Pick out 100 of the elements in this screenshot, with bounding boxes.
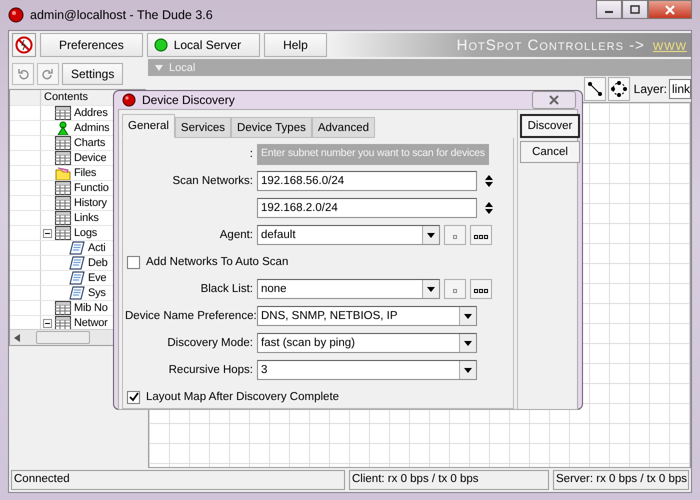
square-icon bbox=[453, 235, 457, 239]
check-icon bbox=[128, 392, 138, 402]
collapse-icon[interactable] bbox=[43, 228, 52, 238]
square-icon bbox=[453, 289, 457, 293]
banner-text: HotSpot Controllers -> bbox=[456, 36, 645, 54]
toolbar-button[interactable]: Preferences bbox=[40, 33, 143, 57]
dialog-button[interactable]: Cancel bbox=[520, 141, 580, 163]
tree-item[interactable]: Mib No bbox=[74, 301, 108, 315]
dialog-title: Device Discovery bbox=[142, 93, 235, 107]
dialog-button[interactable]: Discover bbox=[520, 114, 580, 138]
field-label: Agent: bbox=[220, 229, 253, 241]
tab[interactable]: General bbox=[122, 114, 175, 138]
tree-item[interactable]: Networ bbox=[74, 316, 108, 330]
tree-item[interactable]: Files bbox=[74, 166, 96, 180]
input-field[interactable]: 192.168.56.0/24 bbox=[257, 171, 477, 191]
tab[interactable]: Advanced bbox=[312, 117, 376, 138]
app-icon bbox=[8, 7, 24, 23]
maximize-button[interactable] bbox=[622, 0, 648, 19]
toolbar-button[interactable]: Help bbox=[264, 33, 327, 57]
field-label: Recursive Hops: bbox=[168, 364, 253, 376]
table-icon bbox=[55, 226, 71, 240]
tree-item[interactable]: Device bbox=[74, 151, 106, 165]
status-dot-icon bbox=[154, 38, 168, 52]
status-text: Client: rx 0 bps / tx 0 bps bbox=[349, 470, 549, 490]
maximize-icon bbox=[630, 5, 640, 14]
tree-item[interactable]: Acti bbox=[88, 241, 106, 255]
scroll-icon bbox=[69, 271, 85, 285]
dropdown-field[interactable]: fast (scan by ping) bbox=[257, 333, 477, 353]
dropdown-arrow-icon bbox=[427, 286, 435, 292]
server-button[interactable]: Local Server bbox=[146, 33, 260, 57]
field-label: Discovery Mode: bbox=[167, 337, 253, 349]
column-header: Contents bbox=[43, 90, 88, 105]
close-icon bbox=[548, 95, 560, 105]
close-icon bbox=[664, 4, 676, 14]
tree-item[interactable]: Links bbox=[74, 211, 99, 225]
toolbar-button[interactable] bbox=[608, 77, 630, 101]
redo-icon bbox=[42, 68, 54, 80]
dropdown-field[interactable]: none bbox=[257, 279, 440, 299]
scroll-icon bbox=[69, 241, 85, 255]
undo-button[interactable] bbox=[12, 63, 34, 85]
settings-button[interactable]: Settings bbox=[62, 63, 124, 85]
field-label: Scan Networks: bbox=[172, 175, 253, 187]
circle-layout-icon bbox=[610, 81, 627, 97]
layer-label: Layer: bbox=[634, 82, 667, 96]
tab[interactable]: Device Types bbox=[231, 117, 312, 138]
three-squares-icon bbox=[474, 289, 488, 293]
table-icon bbox=[55, 301, 71, 315]
tree-item[interactable]: Functio bbox=[74, 181, 109, 195]
collapse-icon[interactable] bbox=[43, 318, 52, 328]
more-button[interactable] bbox=[470, 279, 492, 299]
dropdown-field[interactable]: 3 bbox=[257, 360, 477, 380]
app-icon bbox=[122, 93, 136, 107]
tree-item[interactable]: Deb bbox=[88, 256, 108, 270]
field-label: Black List: bbox=[200, 283, 253, 295]
connect-nodes-icon bbox=[586, 81, 603, 97]
spin-arrows-icon[interactable] bbox=[484, 201, 494, 215]
scroll-icon bbox=[69, 256, 85, 270]
tree-item[interactable]: Charts bbox=[74, 136, 106, 150]
tree-item[interactable]: Sys bbox=[88, 286, 106, 300]
hint-text: Enter subnet number you want to scan for devices bbox=[257, 144, 489, 164]
more-button[interactable] bbox=[470, 225, 492, 245]
tree-item[interactable]: Addres bbox=[74, 106, 108, 120]
three-squares-icon bbox=[474, 235, 488, 239]
layer-field[interactable]: link bbox=[669, 79, 691, 99]
table-icon bbox=[55, 181, 71, 195]
minimize-button[interactable] bbox=[596, 0, 622, 19]
table-icon bbox=[55, 316, 71, 330]
tree-item[interactable]: Logs bbox=[74, 226, 98, 240]
redo-button[interactable] bbox=[37, 63, 59, 85]
dropdown-field[interactable]: default bbox=[257, 225, 440, 245]
checkbox[interactable] bbox=[127, 256, 140, 268]
status-text: Connected bbox=[11, 470, 345, 490]
tab[interactable]: Services bbox=[174, 117, 232, 138]
field-label: Device Name Preference: bbox=[125, 310, 257, 322]
checkbox-label: Add Networks To Auto Scan bbox=[146, 256, 288, 268]
table-icon bbox=[55, 106, 71, 120]
dropdown-arrow-icon bbox=[464, 314, 472, 318]
spin-arrows-icon[interactable] bbox=[484, 174, 494, 188]
dropdown-arrow-icon bbox=[464, 340, 472, 346]
close-button[interactable] bbox=[648, 0, 692, 19]
disconnect-button[interactable] bbox=[12, 33, 36, 57]
panel-title: Local bbox=[169, 62, 196, 74]
scroll-left-icon[interactable] bbox=[14, 334, 20, 342]
person-icon bbox=[55, 121, 71, 135]
no-entry-icon bbox=[15, 36, 33, 54]
undo-icon bbox=[17, 68, 29, 80]
dropdown-field[interactable]: DNS, SNMP, NETBIOS, IP bbox=[257, 306, 477, 326]
field-label: : bbox=[250, 148, 253, 160]
window-title: admin@localhost - The Dude 3.6 bbox=[30, 8, 213, 22]
dropdown-arrow-icon bbox=[427, 232, 435, 238]
tree-item[interactable]: History bbox=[74, 196, 107, 210]
checkbox[interactable] bbox=[127, 390, 140, 404]
table-icon bbox=[55, 211, 71, 225]
table-icon bbox=[55, 151, 71, 165]
toolbar-button[interactable] bbox=[584, 77, 606, 101]
input-field[interactable]: 192.168.2.0/24 bbox=[257, 198, 477, 218]
close-button[interactable] bbox=[532, 91, 576, 109]
tree-item[interactable]: Admins bbox=[74, 121, 110, 135]
folder-icon bbox=[55, 166, 71, 180]
tree-item[interactable]: Eve bbox=[88, 271, 106, 285]
